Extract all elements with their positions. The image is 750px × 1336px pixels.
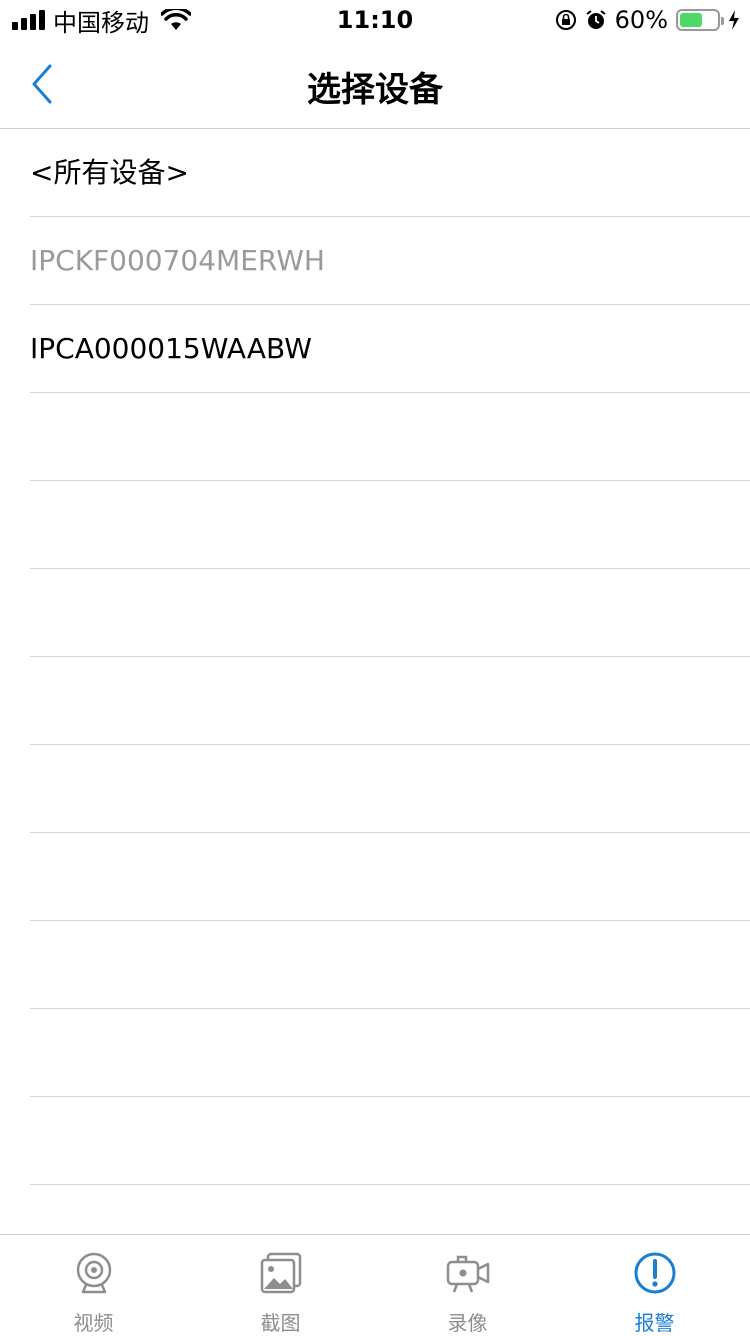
status-bar: 中国移动 11:10 60% xyxy=(0,0,750,40)
device-label: IPCKF000704MERWH xyxy=(30,244,325,277)
battery-percent: 60% xyxy=(614,6,668,34)
tab-label: 截图 xyxy=(260,1311,301,1335)
tab-bar: 视频 截图 录像 报警 xyxy=(0,1234,750,1335)
device-list: <所有设备> IPCKF000704MERWH IPCA000015WAABW xyxy=(0,129,750,1273)
tab-label: 视频 xyxy=(73,1311,114,1335)
battery-icon xyxy=(676,9,724,31)
empty-list-row xyxy=(30,921,750,1009)
image-icon xyxy=(260,1252,301,1294)
alarm-icon xyxy=(586,10,606,29)
empty-list-row xyxy=(30,1009,750,1097)
device-label: <所有设备> xyxy=(30,156,189,189)
empty-list-row xyxy=(30,569,750,657)
navigation-bar: 选择设备 xyxy=(0,40,750,129)
charging-icon xyxy=(729,10,739,30)
device-label: IPCA000015WAABW xyxy=(30,332,312,365)
empty-list-row xyxy=(30,481,750,569)
page-title: 选择设备 xyxy=(307,70,443,110)
tab-screenshot[interactable]: 截图 xyxy=(187,1235,374,1335)
tab-label: 录像 xyxy=(447,1311,488,1335)
tab-recording[interactable]: 录像 xyxy=(374,1235,561,1335)
tab-alarm[interactable]: 报警 xyxy=(561,1235,748,1335)
video-camera-icon xyxy=(446,1255,489,1293)
empty-list-row xyxy=(30,833,750,921)
tab-label: 报警 xyxy=(634,1311,675,1335)
empty-list-row xyxy=(30,657,750,745)
webcam-icon xyxy=(76,1252,111,1294)
empty-list-row xyxy=(30,745,750,833)
alert-icon xyxy=(634,1252,675,1294)
device-item[interactable]: IPCKF000704MERWH xyxy=(30,217,750,305)
empty-list-row xyxy=(30,1097,750,1185)
orientation-lock-icon xyxy=(555,10,576,30)
device-item[interactable]: IPCA000015WAABW xyxy=(30,305,750,393)
empty-list-row xyxy=(30,393,750,481)
device-item-all[interactable]: <所有设备> xyxy=(30,129,750,217)
tab-video[interactable]: 视频 xyxy=(0,1235,187,1335)
